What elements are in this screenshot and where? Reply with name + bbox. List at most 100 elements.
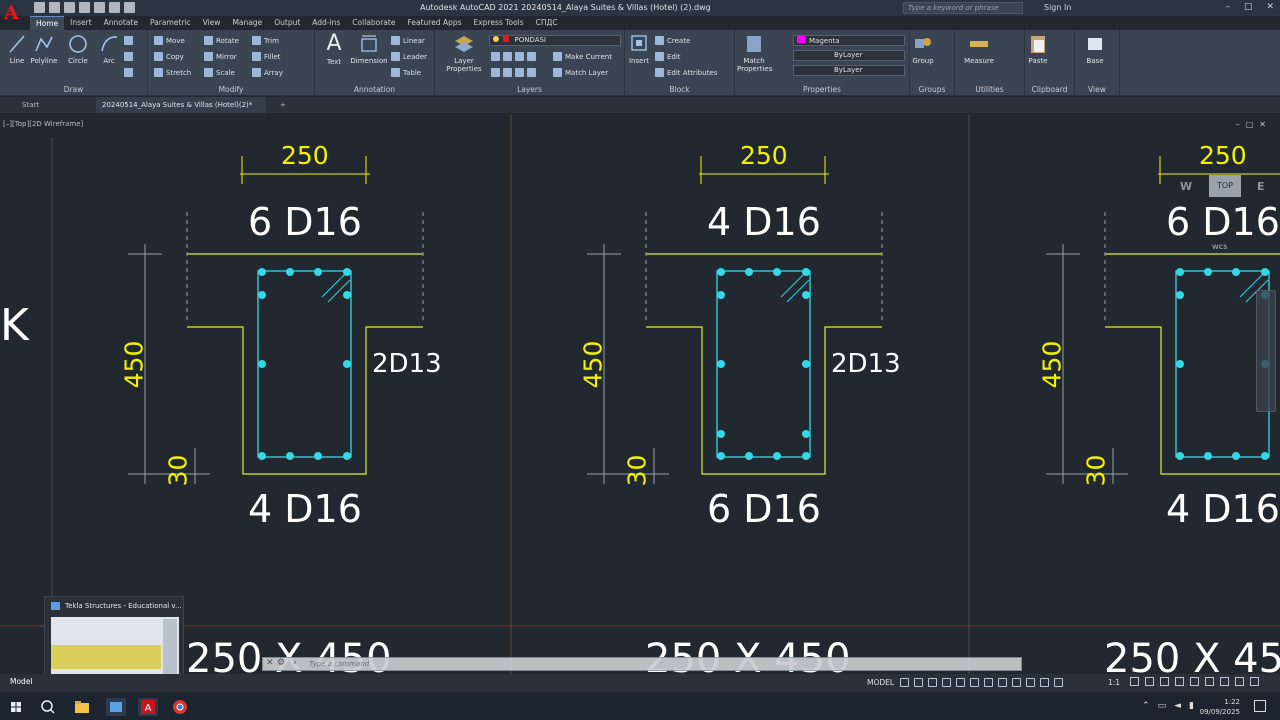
tab-annotate[interactable]: Annotate	[98, 16, 144, 30]
minimize-icon[interactable]: –	[1225, 2, 1230, 12]
match-layer-button[interactable]: Match Layer	[553, 68, 608, 77]
network-icon[interactable]: ▭	[1158, 701, 1167, 711]
autocad-logo-icon[interactable]: A	[4, 2, 24, 24]
start-tab[interactable]: Start	[16, 97, 45, 113]
tab-home[interactable]: Home	[30, 16, 65, 30]
group-button[interactable]: Group	[910, 30, 936, 65]
move-button[interactable]: Move	[154, 36, 185, 45]
snap-icon[interactable]	[914, 678, 923, 687]
make-current-button[interactable]: Make Current	[553, 52, 612, 61]
save-icon[interactable]	[64, 2, 75, 13]
modify-panel-label[interactable]: Modify	[148, 85, 314, 94]
lock-ui-icon[interactable]	[1190, 677, 1199, 686]
edit-attributes-button[interactable]: Edit Attributes	[655, 68, 717, 77]
leader-button[interactable]: Leader	[391, 52, 427, 61]
start-menu-icon[interactable]	[6, 698, 26, 716]
insert-block-button[interactable]: Insert	[625, 30, 653, 65]
tray-chevron-icon[interactable]: ⌃	[1142, 701, 1150, 711]
utilities-panel-label[interactable]: Utilities	[955, 85, 1024, 94]
command-input[interactable]: Type a command	[309, 660, 369, 668]
undo-icon[interactable]	[109, 2, 120, 13]
tab-express-tools[interactable]: Express Tools	[468, 16, 530, 30]
model-space-button[interactable]: MODEL	[867, 678, 894, 687]
save-as-icon[interactable]	[79, 2, 90, 13]
command-customize-icon[interactable]: ⚙	[277, 658, 285, 668]
paste-button[interactable]: Paste	[1025, 30, 1051, 65]
command-line[interactable]: ✕ ⚙ › Type a command	[262, 657, 1022, 671]
create-block-button[interactable]: Create	[655, 36, 690, 45]
viewport-window-controls[interactable]: –□✕	[1236, 120, 1272, 129]
object-snap-icon[interactable]	[984, 678, 993, 687]
properties-panel-label[interactable]: Properties	[735, 85, 909, 94]
hardware-acceleration-icon[interactable]	[1220, 677, 1229, 686]
navigation-bar[interactable]	[1256, 290, 1276, 412]
annotation-panel-label[interactable]: Annotation	[315, 85, 434, 94]
redo-icon[interactable]	[124, 2, 135, 13]
view-panel-label[interactable]: View	[1075, 85, 1119, 94]
measure-button[interactable]: Measure	[959, 30, 999, 65]
grid-icon[interactable]	[900, 678, 909, 687]
clipboard-panel-label[interactable]: Clipboard	[1025, 85, 1074, 94]
viewcube-west[interactable]: W	[1180, 180, 1192, 193]
new-icon[interactable]	[34, 2, 45, 13]
file-explorer-icon[interactable]	[72, 698, 92, 716]
dimension-tool-button[interactable]: Dimension	[349, 30, 389, 65]
isodraft-icon[interactable]	[956, 678, 965, 687]
stretch-button[interactable]: Stretch	[154, 68, 191, 77]
selection-cycling-icon[interactable]	[1026, 678, 1035, 687]
ortho-icon[interactable]	[928, 678, 937, 687]
layer-tools-row-2[interactable]	[491, 68, 536, 77]
copy-button[interactable]: Copy	[154, 52, 184, 61]
layer-dropdown[interactable]: PONDASI	[489, 35, 621, 46]
table-button[interactable]: Table	[391, 68, 421, 77]
viewcube-top[interactable]: TOP	[1209, 175, 1241, 197]
battery-icon[interactable]: ▮	[1189, 701, 1194, 711]
transparency-icon[interactable]	[1012, 678, 1021, 687]
customization-icon[interactable]	[1250, 677, 1259, 686]
close-icon[interactable]: ✕	[1266, 2, 1274, 12]
command-close-icon[interactable]: ✕	[266, 658, 274, 668]
tab-collaborate[interactable]: Collaborate	[346, 16, 401, 30]
tab-insert[interactable]: Insert	[64, 16, 98, 30]
sign-in-button[interactable]: Sign In	[1044, 3, 1071, 12]
rotate-button[interactable]: Rotate	[204, 36, 239, 45]
annotation-monitor-icon[interactable]	[1145, 677, 1154, 686]
tab-output[interactable]: Output	[268, 16, 306, 30]
volume-icon[interactable]: ◄	[1174, 701, 1181, 711]
tab-spds[interactable]: СПДС	[530, 16, 564, 30]
lineweight-icon[interactable]	[998, 678, 1007, 687]
tab-parametric[interactable]: Parametric	[144, 16, 197, 30]
object-snap-tracking-icon[interactable]	[970, 678, 979, 687]
tab-add-ins[interactable]: Add-ins	[306, 16, 346, 30]
model-layout-tab[interactable]: Model	[10, 677, 33, 686]
layers-panel-label[interactable]: Layers	[435, 85, 624, 94]
text-tool-button[interactable]: A Text	[317, 30, 351, 66]
array-button[interactable]: Array	[252, 68, 283, 77]
trim-button[interactable]: Trim	[252, 36, 279, 45]
quick-properties-icon[interactable]	[1175, 677, 1184, 686]
ellipse-tool-button[interactable]	[124, 68, 133, 77]
tab-view[interactable]: View	[197, 16, 227, 30]
tekla-taskbar-icon[interactable]	[106, 698, 126, 716]
maximize-icon[interactable]: □	[1244, 2, 1253, 12]
block-panel-label[interactable]: Block	[625, 85, 734, 94]
circle-tool-button[interactable]: Circle	[61, 30, 95, 65]
layer-tools-row-1[interactable]	[491, 52, 536, 61]
draw-panel-label[interactable]: Draw	[0, 85, 147, 94]
base-button[interactable]: Base	[1077, 30, 1113, 65]
groups-panel-label[interactable]: Groups	[910, 85, 954, 94]
units-icon[interactable]	[1160, 677, 1169, 686]
rectangle-tool-button[interactable]	[124, 36, 133, 45]
arc-tool-button[interactable]: Arc	[92, 30, 126, 65]
new-tab-icon[interactable]: +	[274, 97, 292, 113]
lineweight-dropdown[interactable]: ByLayer	[793, 65, 905, 76]
viewcube-east[interactable]: E	[1257, 180, 1265, 193]
system-clock[interactable]: 1:22 09/09/2025	[1200, 697, 1240, 717]
chrome-icon[interactable]	[170, 698, 190, 716]
clean-screen-icon[interactable]	[1235, 677, 1244, 686]
polar-icon[interactable]	[942, 678, 951, 687]
annotation-scale[interactable]: 1:1	[1108, 678, 1120, 687]
layer-properties-button[interactable]: Layer Properties	[440, 30, 488, 73]
linear-dim-button[interactable]: Linear	[391, 36, 425, 45]
edit-block-button[interactable]: Edit	[655, 52, 681, 61]
